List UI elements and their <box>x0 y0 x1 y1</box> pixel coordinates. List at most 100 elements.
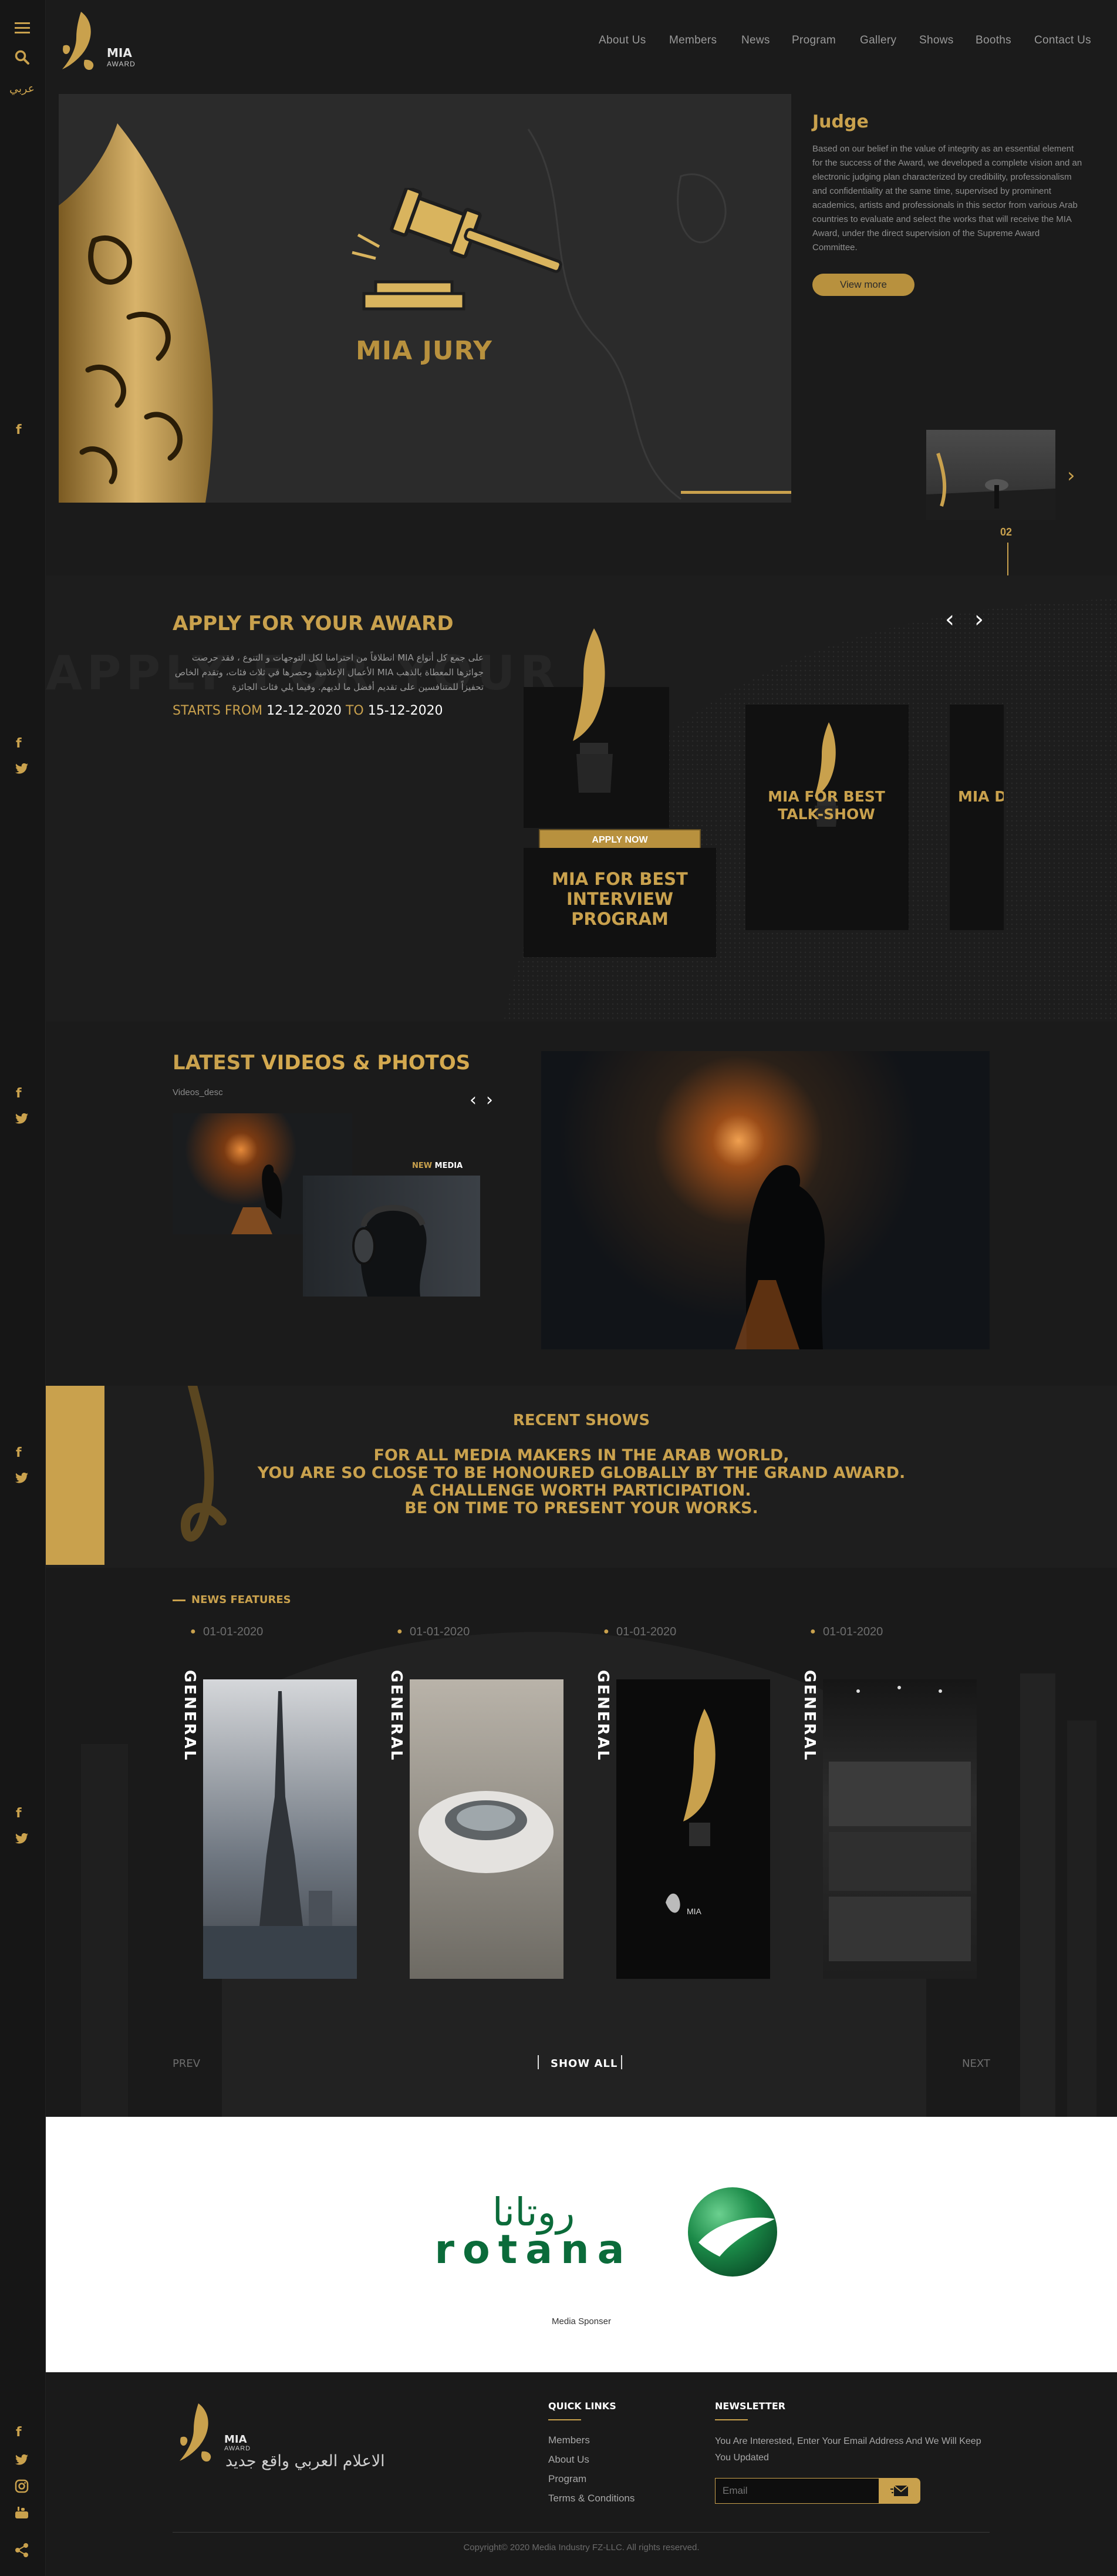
nav-shows[interactable]: Shows <box>919 34 954 47</box>
svg-text:MIA: MIA <box>687 1907 702 1916</box>
videos-description: Videos_desc <box>173 1087 223 1097</box>
search-icon[interactable] <box>12 47 33 68</box>
nav-news[interactable]: News <box>741 34 770 47</box>
recent-shows-text: FOR ALL MEDIA MAKERS IN THE ARAB WORLD, … <box>257 1446 906 1517</box>
facebook-icon[interactable]: f <box>16 1446 22 1460</box>
title-underline <box>548 2419 581 2420</box>
news-date: 01-01-2020 <box>203 1625 264 1638</box>
prev-button[interactable]: PREV <box>173 2058 200 2070</box>
nav-booths[interactable]: Booths <box>976 34 1011 47</box>
twitter-icon[interactable] <box>15 1113 28 1127</box>
news-date: 01-01-2020 <box>616 1625 677 1638</box>
news-image[interactable]: MIA <box>616 1679 770 1979</box>
twitter-icon[interactable] <box>15 763 28 777</box>
title-dash <box>173 1600 185 1601</box>
rotana-logo[interactable]: روتانا rotana <box>384 2188 683 2271</box>
facebook-icon[interactable]: f <box>16 2425 22 2440</box>
slide-progress-bar <box>681 491 791 494</box>
facebook-icon[interactable]: f <box>16 423 22 437</box>
footer-link-terms[interactable]: Terms & Conditions <box>548 2493 635 2504</box>
footer-link-about-us[interactable]: About Us <box>548 2454 589 2466</box>
news-date: 01-01-2020 <box>823 1625 883 1638</box>
share-icon[interactable] <box>14 2543 29 2561</box>
nav-gallery[interactable]: Gallery <box>860 34 896 47</box>
news-image[interactable] <box>203 1679 357 1979</box>
apply-section: APPLY FOR YOUR APPLY FOR YOUR AWARD على … <box>46 575 1117 1022</box>
apply-now-button[interactable]: APPLY NOW <box>539 829 701 849</box>
news-category: GENERAL <box>594 1670 612 1762</box>
quick-links-title: QUICK LINKS <box>548 2400 616 2412</box>
sponsor-caption: Media Sponser <box>552 2316 611 2326</box>
nav-contact-us[interactable]: Contact Us <box>1034 34 1091 47</box>
logo-subtext: AWARD <box>107 60 136 68</box>
footer-link-program[interactable]: Program <box>548 2473 586 2485</box>
chevron-left-icon[interactable]: ‹ <box>470 1090 477 1110</box>
news-image[interactable] <box>823 1679 977 1979</box>
show-all-button[interactable]: SHOW ALL <box>551 2058 617 2070</box>
award-card-title: MIA FOR BEST TALK-SHOW <box>768 788 885 823</box>
news-date: 01-01-2020 <box>410 1625 470 1638</box>
slide-thumbnail[interactable] <box>926 430 1055 520</box>
nav-program[interactable]: Program <box>792 34 836 47</box>
newsletter-submit-button[interactable] <box>879 2478 920 2504</box>
facebook-icon[interactable]: f <box>16 736 22 751</box>
new-media-label: NEW MEDIA <box>412 1161 463 1170</box>
next-button[interactable]: NEXT <box>962 2058 990 2070</box>
logo-mark <box>62 12 94 70</box>
footer-divider <box>173 2532 990 2533</box>
sponsor-section: روتانا rotana Media Sponser <box>46 2117 1117 2372</box>
facebook-icon[interactable]: f <box>16 1806 22 1821</box>
youtube-icon[interactable] <box>15 2506 29 2522</box>
footer-logo-mark[interactable] <box>176 2399 217 2470</box>
twitter-icon[interactable] <box>15 1833 28 1847</box>
slide-indicator-line <box>1007 543 1008 575</box>
side-rail: عربي f f f f f f <box>0 0 46 2576</box>
divider <box>621 2055 622 2069</box>
newsletter-email-input[interactable] <box>715 2478 879 2504</box>
trophy-icon <box>573 628 613 793</box>
chevron-right-icon[interactable]: › <box>486 1090 493 1110</box>
videos-title: LATEST VIDEOS & PHOTOS <box>173 1051 471 1075</box>
news-category: GENERAL <box>387 1670 405 1762</box>
featured-video[interactable] <box>541 1051 990 1349</box>
recent-shows-section: RECENT SHOWS FOR ALL MEDIA MAKERS IN THE… <box>46 1386 1117 1568</box>
nav-members[interactable]: Members <box>669 34 717 47</box>
newsletter-description: You Are Interested, Enter Your Email Add… <box>715 2436 981 2463</box>
twitter-icon[interactable] <box>15 1472 28 1486</box>
bullet-dot: ● <box>603 1627 609 1636</box>
footer-link-members[interactable]: Members <box>548 2434 590 2446</box>
gavel-icon <box>352 188 562 311</box>
site-logo[interactable]: MIA AWARD <box>59 11 153 81</box>
recent-shows-title: RECENT SHOWS <box>512 1412 650 1429</box>
award-card[interactable]: MIA DEBAT <box>950 705 1004 930</box>
footer-logo-text: MIA <box>224 2433 247 2446</box>
logo-text: MIA <box>107 46 132 60</box>
facebook-icon[interactable]: f <box>16 1086 22 1101</box>
photo-thumbnail[interactable] <box>303 1176 480 1297</box>
copyright: Copyright© 2020 Media Industry FZ-LLC. A… <box>463 2543 700 2553</box>
apply-title: APPLY FOR YOUR AWARD <box>173 612 454 635</box>
footer-tagline: الاعلام العربي واقع جديد <box>225 2452 385 2470</box>
twitter-icon[interactable] <box>15 2454 28 2468</box>
divider <box>538 2055 539 2069</box>
trophy-calligraphy-image <box>59 123 213 503</box>
award-card-title: MIA DEBAT <box>958 788 1004 805</box>
chevron-right-icon[interactable]: › <box>974 606 984 633</box>
chevron-left-icon[interactable]: ‹ <box>945 606 954 633</box>
hamburger-icon[interactable] <box>12 18 33 39</box>
view-more-button[interactable]: View more <box>812 274 914 296</box>
news-section: NEWS FEATURES ● 01-01-2020 GENERAL ● 01-… <box>46 1568 1117 2117</box>
news-image[interactable] <box>410 1679 563 1979</box>
rotana-wordmark: rotana <box>434 2227 633 2273</box>
rotana-globe-icon <box>688 2187 777 2277</box>
hero-slider: MIA JURY <box>59 94 791 503</box>
hero-title: Judge <box>812 112 869 132</box>
send-mail-icon <box>890 2485 909 2496</box>
bullet-dot: ● <box>397 1627 403 1636</box>
instagram-icon[interactable] <box>15 2479 29 2496</box>
chevron-right-icon[interactable]: › <box>1067 464 1075 487</box>
title-underline <box>715 2419 748 2420</box>
newsletter-title: NEWSLETTER <box>715 2400 786 2412</box>
nav-about-us[interactable]: About Us <box>599 34 646 47</box>
language-switch[interactable]: عربي <box>9 82 35 95</box>
